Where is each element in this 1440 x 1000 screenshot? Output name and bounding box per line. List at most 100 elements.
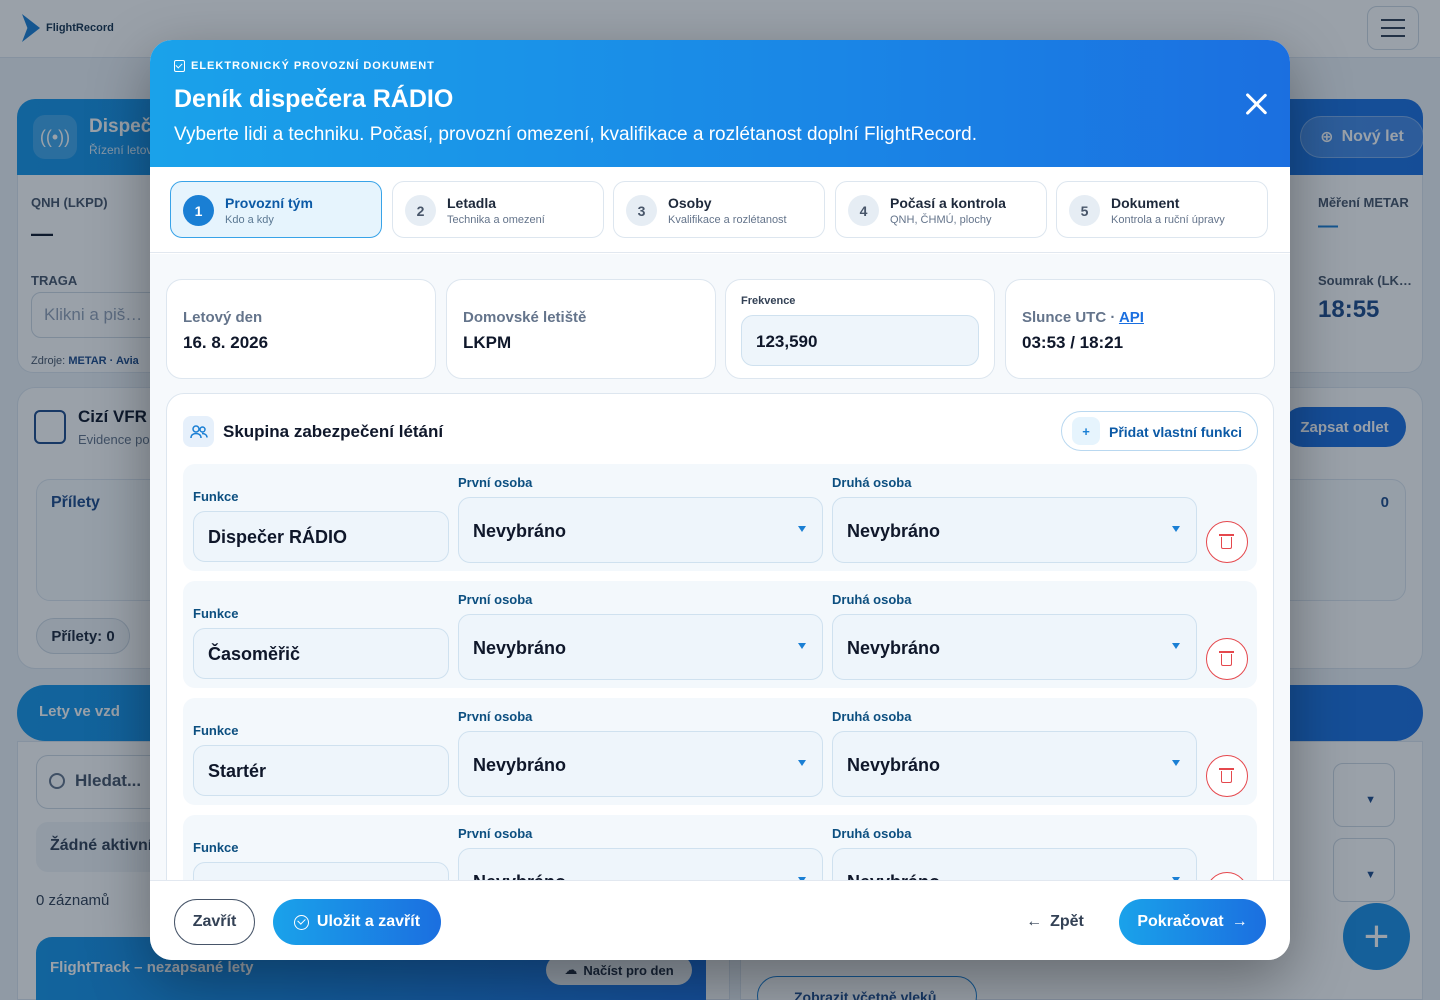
second-person-label: Druhá osoba xyxy=(832,709,912,724)
function-row: Funkce Dispečer RÁDIO První osoba Nevybr… xyxy=(183,464,1257,571)
step-title: Osoby xyxy=(668,195,712,211)
second-person-label: Druhá osoba xyxy=(832,592,912,607)
step-subtitle: Technika a omezení xyxy=(447,214,545,226)
flight-day-card: Letový den 16. 8. 2026 xyxy=(166,279,436,379)
close-button[interactable]: Zavřít xyxy=(174,899,255,945)
sun-value: 03:53 / 18:21 xyxy=(1022,333,1124,352)
second-person-value: Nevybráno xyxy=(847,755,941,775)
step-title: Provozní tým xyxy=(225,195,313,211)
step-number: 1 xyxy=(183,195,214,226)
delete-row-button[interactable] xyxy=(1206,638,1248,680)
first-person-label: První osoba xyxy=(458,826,533,841)
flight-safety-group: Skupina zabezpečení létání + Přidat vlas… xyxy=(166,393,1274,880)
function-label: Funkce xyxy=(193,606,239,621)
first-person-value: Nevybráno xyxy=(473,521,567,541)
modal-header: ELEKTRONICKÝ PROVOZNÍ DOKUMENT Deník dis… xyxy=(150,40,1290,167)
trash-icon-body xyxy=(1221,654,1232,666)
flight-day-value: 16. 8. 2026 xyxy=(183,333,269,352)
delete-row-button[interactable] xyxy=(1206,755,1248,797)
sun-card: Slunce UTC · API 03:53 / 18:21 xyxy=(1005,279,1275,379)
first-person-label: První osoba xyxy=(458,592,533,607)
plus-icon: + xyxy=(1072,417,1100,445)
continue-label: Pokračovat xyxy=(1137,913,1224,930)
back-button[interactable]: ← Zpět xyxy=(1013,899,1097,945)
flight-day-label: Letový den xyxy=(183,309,263,326)
second-person-select[interactable]: Nevybráno xyxy=(832,497,1197,563)
trash-icon xyxy=(1219,651,1234,653)
function-row: Funkce Startér První osoba Nevybráno Dru… xyxy=(183,698,1257,805)
close-icon[interactable] xyxy=(1244,92,1268,116)
function-input[interactable]: Dispečer RÁDIO xyxy=(193,511,449,562)
sun-label-line: Slunce UTC · API xyxy=(1022,309,1144,326)
second-person-label: Druhá osoba xyxy=(832,475,912,490)
step-letadla[interactable]: 2 Letadla Technika a omezení xyxy=(392,181,604,238)
home-airport-label: Domovské letiště xyxy=(463,309,587,326)
frequency-input[interactable]: 123,590 xyxy=(741,315,979,366)
first-person-select[interactable]: Nevybráno xyxy=(458,731,823,797)
step-subtitle: QNH, ČHMÚ, plochy xyxy=(890,214,992,226)
first-person-label: První osoba xyxy=(458,475,533,490)
step-subtitle: Kvalifikace a rozlétanost xyxy=(668,214,787,226)
second-person-value: Nevybráno xyxy=(847,638,941,658)
frequency-label: Frekvence xyxy=(741,295,796,307)
check-circle-icon xyxy=(293,914,309,930)
first-person-select[interactable]: Nevybráno xyxy=(458,848,823,880)
second-person-select[interactable]: Nevybráno xyxy=(832,848,1197,880)
second-person-label: Druhá osoba xyxy=(832,826,912,841)
trash-icon-body xyxy=(1221,537,1232,549)
step-number: 5 xyxy=(1069,195,1100,226)
first-person-value: Nevybráno xyxy=(473,872,566,880)
trash-icon xyxy=(1219,768,1234,770)
modal-footer: Zavřít Uložit a zavřít ← Zpět Pokračovat… xyxy=(150,880,1290,960)
api-link[interactable]: API xyxy=(1119,309,1144,326)
modal-title: Deník dispečera RÁDIO xyxy=(174,85,454,113)
chevron-down-icon xyxy=(1172,760,1180,766)
trash-icon-body xyxy=(1221,771,1232,783)
function-input[interactable] xyxy=(193,862,449,880)
first-person-value: Nevybráno xyxy=(473,638,567,658)
step-number: 4 xyxy=(848,195,879,226)
function-label: Funkce xyxy=(193,489,239,504)
frequency-card: Frekvence 123,590 xyxy=(725,279,995,379)
second-person-value: Nevybráno xyxy=(847,521,941,541)
save-and-close-label: Uložit a zavřít xyxy=(316,913,421,930)
step-title: Dokument xyxy=(1111,195,1180,211)
step-pocasi-kontrola[interactable]: 4 Počasí a kontrola QNH, ČHMÚ, plochy xyxy=(835,181,1047,238)
step-osoby[interactable]: 3 Osoby Kvalifikace a rozlétanost xyxy=(613,181,825,238)
chevron-down-icon xyxy=(1172,643,1180,649)
wizard-steps: 1 Provozní tým Kdo a kdy 2 Letadla Techn… xyxy=(150,167,1290,253)
group-title: Skupina zabezpečení létání xyxy=(223,422,444,441)
modal-body[interactable]: Letový den 16. 8. 2026 Domovské letiště … xyxy=(150,254,1290,880)
step-dokument[interactable]: 5 Dokument Kontrola a ruční úpravy xyxy=(1056,181,1268,238)
sun-label: Slunce UTC · xyxy=(1022,309,1119,326)
first-person-label: První osoba xyxy=(458,709,533,724)
delete-row-button[interactable] xyxy=(1206,872,1248,880)
second-person-value: Nevybráno xyxy=(847,872,940,880)
first-person-value: Nevybráno xyxy=(473,755,567,775)
function-input[interactable]: Startér xyxy=(193,745,449,796)
second-person-select[interactable]: Nevybráno xyxy=(832,614,1197,680)
continue-button[interactable]: Pokračovat → xyxy=(1119,899,1266,945)
document-check-icon xyxy=(174,60,185,72)
modal-subtitle: Vyberte lidi a techniku. Počasí, provozn… xyxy=(174,124,977,145)
trash-icon xyxy=(1219,534,1234,536)
step-title: Letadla xyxy=(447,195,497,211)
second-person-select[interactable]: Nevybráno xyxy=(832,731,1197,797)
add-custom-function-button[interactable]: + Přidat vlastní funkci xyxy=(1061,411,1258,451)
modal-eyebrow: ELEKTRONICKÝ PROVOZNÍ DOKUMENT xyxy=(174,60,435,72)
first-person-select[interactable]: Nevybráno xyxy=(458,614,823,680)
step-number: 2 xyxy=(405,195,436,226)
function-row: Funkce Časoměřič První osoba Nevybráno D… xyxy=(183,581,1257,688)
delete-row-button[interactable] xyxy=(1206,521,1248,563)
save-and-close-button[interactable]: Uložit a zavřít xyxy=(273,899,441,945)
step-provozni-tym[interactable]: 1 Provozní tým Kdo a kdy xyxy=(170,181,382,238)
first-person-select[interactable]: Nevybráno xyxy=(458,497,823,563)
step-title: Počasí a kontrola xyxy=(890,195,1006,211)
users-icon xyxy=(183,416,214,447)
function-input[interactable]: Časoměřič xyxy=(193,628,449,679)
chevron-down-icon xyxy=(798,760,806,766)
chevron-down-icon xyxy=(798,643,806,649)
step-subtitle: Kontrola a ruční úpravy xyxy=(1111,214,1225,226)
home-airport-card: Domovské letiště LKPM xyxy=(446,279,716,379)
home-airport-value: LKPM xyxy=(463,333,512,352)
